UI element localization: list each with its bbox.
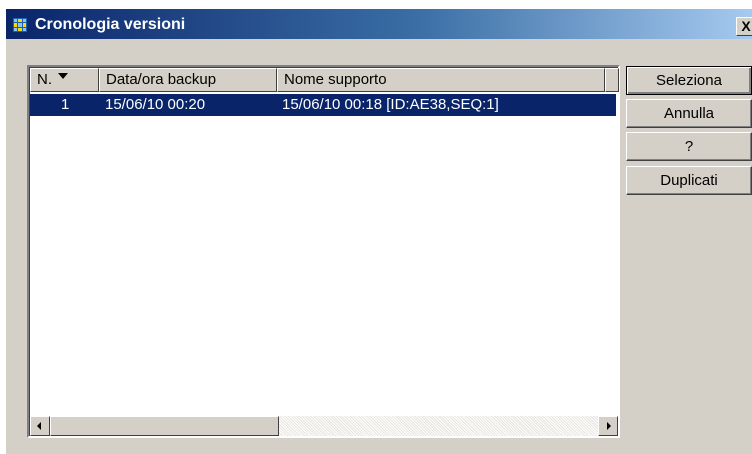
scroll-thumb[interactable] xyxy=(50,416,279,436)
cell-media-name: 15/06/10 00:18 [ID:AE38,SEQ:1] xyxy=(282,96,499,113)
column-header-media-name[interactable]: Nome supporto xyxy=(277,68,605,92)
app-icon xyxy=(12,17,28,33)
window-title: Cronologia versioni xyxy=(35,16,186,33)
scroll-left-button[interactable] xyxy=(30,416,50,436)
column-header-filler xyxy=(605,68,619,92)
column-header-backup-datetime[interactable]: Data/ora backup xyxy=(99,68,277,92)
horizontal-scrollbar[interactable] xyxy=(30,416,618,436)
sort-descending-icon xyxy=(58,73,68,80)
scroll-right-button[interactable] xyxy=(598,416,618,436)
close-icon[interactable]: X xyxy=(736,17,752,36)
list-header: N. Data/ora backup Nome supporto xyxy=(30,68,619,92)
table-row[interactable]: 1 15/06/10 00:20 15/06/10 00:18 [ID:AE38… xyxy=(30,94,616,116)
arrow-right-icon xyxy=(607,422,611,430)
version-list[interactable]: N. Data/ora backup Nome supporto 1 15/06… xyxy=(27,65,620,438)
history-dialog: Cronologia versioni X N. Data/ora backup… xyxy=(5,8,752,454)
cell-number: 1 xyxy=(61,96,70,113)
cell-backup-datetime: 15/06/10 00:20 xyxy=(105,96,206,113)
cancel-button[interactable]: Annulla xyxy=(626,99,752,128)
select-button[interactable]: Seleziona xyxy=(626,66,752,95)
help-button[interactable]: ? xyxy=(626,132,752,161)
arrow-left-icon xyxy=(37,422,41,430)
title-bar[interactable]: Cronologia versioni X xyxy=(6,9,752,39)
duplicates-button[interactable]: Duplicati xyxy=(626,166,752,195)
column-header-number[interactable]: N. xyxy=(30,68,99,92)
